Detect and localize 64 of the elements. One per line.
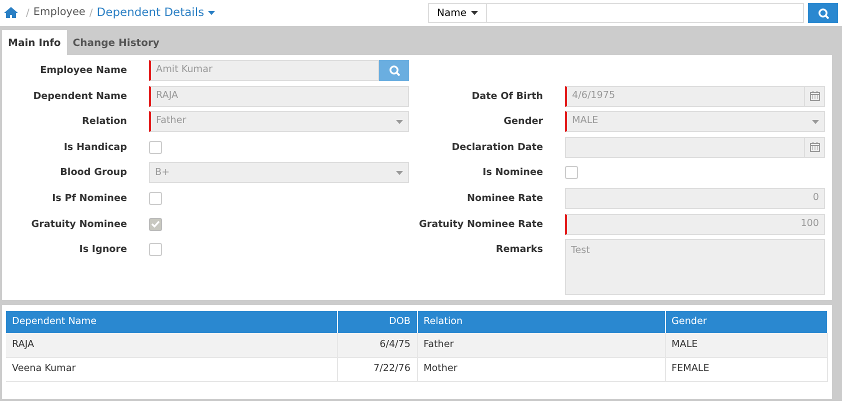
checkbox[interactable] [149,218,162,231]
column-header[interactable]: DOB [337,311,417,333]
field-label: Nominee Rate [466,192,543,206]
checkbox[interactable] [149,243,162,256]
column-header[interactable]: Gender [665,311,828,333]
breadcrumb-separator: / [89,6,93,20]
field-label: Remarks [494,243,543,258]
field-label: Blood Group [59,166,127,180]
calendar-icon [810,91,820,102]
field-label: Declaration Date [450,140,543,155]
column-header[interactable]: Dependent Name [6,311,337,333]
checkbox[interactable] [565,166,578,180]
field-label: Date Of Birth [470,90,543,104]
checkbox[interactable] [149,192,162,205]
home-icon [4,6,18,20]
search-icon [388,65,400,76]
lookup-button[interactable] [379,60,409,81]
caret-icon [396,120,403,124]
search-button[interactable] [808,3,838,23]
filter-dropdown[interactable]: Name [428,3,487,23]
field-label: Is Handicap [62,140,127,155]
table-cell: 7/22/76 [337,357,417,381]
lookup-field[interactable]: Amit Kumar [149,60,379,81]
breadcrumb-link[interactable]: Employee [33,5,86,21]
field-label: Dependent Name [32,90,127,104]
search-field[interactable] [486,3,804,23]
calendar-icon [810,142,820,152]
table-cell: RAJA [6,333,337,357]
table-cell: Mother [417,357,665,381]
caret-icon [208,11,216,15]
caret-icon [812,120,819,124]
text-field[interactable]: RAJA [149,86,409,107]
date-field[interactable] [565,136,825,158]
field-label: Gratuity Nominee Rate [418,218,543,232]
field-label: Gratuity Nominee [30,218,127,232]
page-dropdown[interactable]: Dependent Details [96,4,216,22]
select-field[interactable]: MALE [565,111,825,132]
caret-icon [396,170,403,175]
field-label: Relation [81,115,127,130]
table-cell: MALE [665,333,828,357]
table-cell: 6/4/75 [337,333,417,357]
field-label: Gender [502,115,543,130]
number-field[interactable]: 0 [565,188,825,209]
table-cell: Father [417,333,665,357]
checkbox[interactable] [149,140,162,154]
field-label: Is Ignore [78,243,127,258]
search-icon [818,8,828,18]
remarks-field[interactable]: Test [565,239,825,296]
number-field[interactable]: 100 [565,214,825,235]
select-field[interactable]: B+ [149,162,409,184]
caret-icon [470,11,478,15]
select-field[interactable]: Father [149,111,409,132]
breadcrumb-separator: / [26,6,30,20]
date-field[interactable]: 4/6/1975 [565,86,825,107]
column-header[interactable]: Relation [417,311,665,333]
tab[interactable]: Change History [66,30,166,55]
field-label: Is Nominee [482,166,543,180]
table-cell: Veena Kumar [6,357,337,381]
field-label: Is Pf Nominee [51,192,127,206]
field-label: Employee Name [39,64,127,78]
tab[interactable]: Main Info [2,30,67,55]
home-link[interactable] [4,6,18,20]
table-cell: FEMALE [665,357,828,381]
check-icon [151,220,160,228]
